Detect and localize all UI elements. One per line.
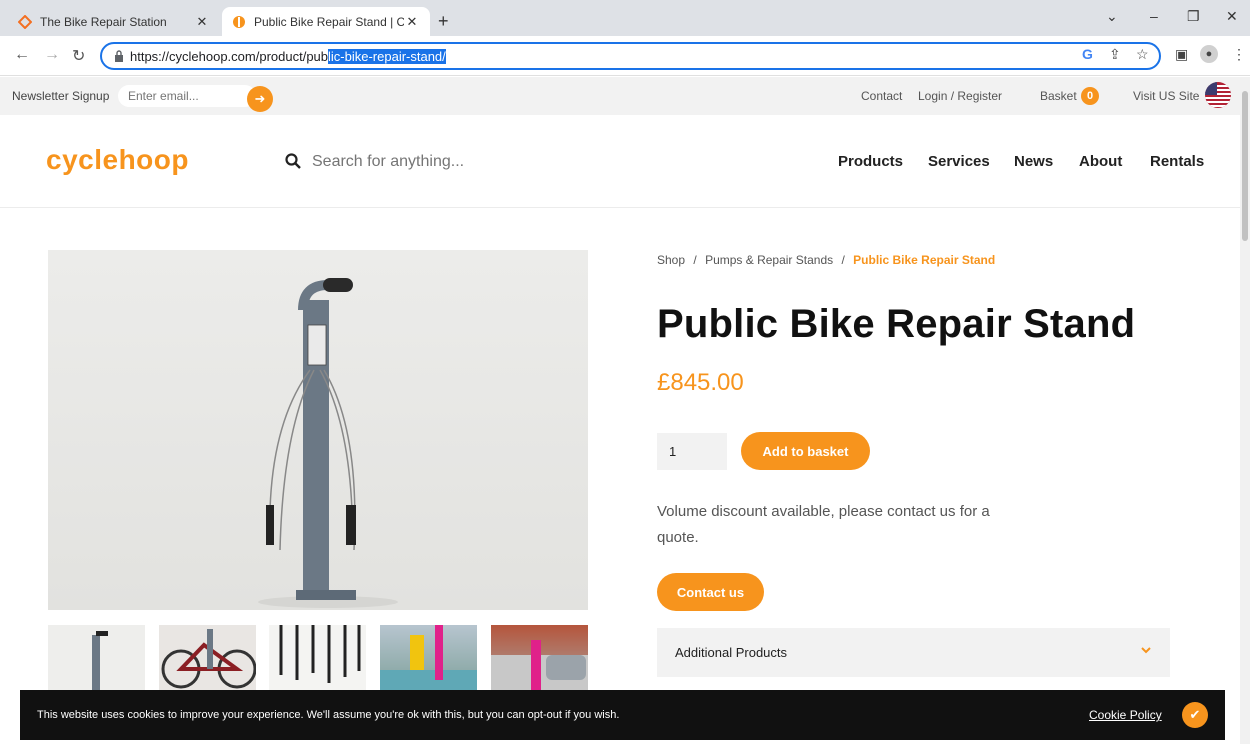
- url-selection: lic-bike-repair-stand/: [328, 49, 446, 64]
- cookie-policy-link[interactable]: Cookie Policy: [1089, 708, 1162, 722]
- browser-tab-cyclehoop[interactable]: Public Bike Repair Stand | Cyclehoop ✕: [222, 7, 430, 36]
- google-icon[interactable]: G: [1082, 46, 1093, 62]
- checkmark-icon: ✔: [1189, 707, 1201, 722]
- cookie-banner: This website uses cookies to improve you…: [20, 690, 1225, 740]
- newsletter-submit-button[interactable]: ➜: [247, 86, 273, 112]
- search-icon[interactable]: [285, 153, 301, 169]
- site-search-input[interactable]: [312, 148, 612, 176]
- accordion-label: Additional Products: [675, 645, 788, 660]
- breadcrumb-separator: /: [841, 253, 845, 267]
- thumbnail-4[interactable]: [380, 625, 477, 691]
- utility-bar: Newsletter Signup Contact Login / Regist…: [0, 77, 1240, 115]
- thumbnail-3[interactable]: [269, 625, 366, 691]
- arrow-right-icon: ➜: [254, 91, 266, 106]
- thumbnail-tools: [279, 625, 361, 683]
- thumbnail-stand: [92, 631, 108, 691]
- breadcrumb-current: Public Bike Repair Stand: [853, 253, 996, 267]
- minimize-icon[interactable]: –: [1150, 8, 1158, 24]
- contact-link[interactable]: Contact: [861, 89, 902, 103]
- url-plain: https://cyclehoop.com/product/pub: [130, 49, 329, 64]
- nav-services[interactable]: Services: [928, 153, 990, 170]
- us-flag-icon[interactable]: [1205, 82, 1231, 108]
- page-scrollbar[interactable]: [1240, 77, 1250, 744]
- chevron-down-icon: [1141, 647, 1151, 654]
- url-text: https://cyclehoop.com/product/public-bik…: [130, 49, 446, 64]
- thumbnail-1[interactable]: [48, 625, 145, 691]
- sidepanel-icon[interactable]: ▣: [1175, 46, 1188, 63]
- product-price: £845.00: [657, 369, 744, 396]
- volume-discount-text: Volume discount available, please contac…: [657, 503, 990, 546]
- nav-about[interactable]: About: [1079, 153, 1122, 170]
- lock-icon: [115, 50, 123, 62]
- basket-count-badge[interactable]: 0: [1081, 87, 1099, 105]
- thumbnail-person-repair: [380, 625, 477, 691]
- nav-products[interactable]: Products: [838, 153, 903, 170]
- new-tab-icon[interactable]: +: [438, 12, 449, 30]
- reload-icon[interactable]: ↻: [72, 46, 85, 66]
- breadcrumb-separator: /: [693, 253, 697, 267]
- breadcrumb-category[interactable]: Pumps & Repair Stands: [705, 253, 833, 267]
- browser-tab-bike-repair-station[interactable]: The Bike Repair Station ✕: [8, 7, 220, 36]
- back-arrow-icon[interactable]: ←: [14, 46, 30, 64]
- scrollbar-thumb[interactable]: [1242, 91, 1248, 241]
- product-main-image[interactable]: [48, 250, 588, 610]
- tab-favicon-icon: [233, 15, 245, 28]
- quantity-input[interactable]: [657, 433, 727, 470]
- share-icon[interactable]: ⇪: [1109, 46, 1121, 63]
- product-title: Public Bike Repair Stand: [657, 302, 1136, 346]
- close-icon[interactable]: ✕: [404, 14, 420, 30]
- forward-arrow-icon[interactable]: →: [44, 46, 60, 64]
- tab-title: The Bike Repair Station: [40, 14, 167, 29]
- thumbnail-bike: [161, 629, 256, 689]
- thumbnail-2[interactable]: [159, 625, 256, 691]
- browser-address-bar: ← → ↻ https://cyclehoop.com/product/publ…: [0, 36, 1250, 76]
- cookie-accept-button[interactable]: ✔: [1182, 702, 1208, 728]
- basket-link[interactable]: Basket: [1040, 89, 1077, 103]
- login-register-link[interactable]: Login / Register: [918, 89, 1002, 103]
- menu-icon[interactable]: ⋮: [1232, 46, 1246, 63]
- browser-tab-bar: The Bike Repair Station ✕ Public Bike Re…: [0, 0, 1250, 36]
- tab-search-icon[interactable]: ⌄: [1106, 8, 1118, 25]
- thumbnail-street-stand: [491, 640, 588, 691]
- tab-favicon-icon: [18, 14, 32, 29]
- breadcrumb: Shop / Pumps & Repair Stands / Public Bi…: [657, 253, 995, 267]
- site-logo[interactable]: cyclehoop: [46, 144, 189, 176]
- window-close-icon[interactable]: ✕: [1226, 8, 1238, 25]
- newsletter-label: Newsletter Signup: [12, 89, 110, 103]
- url-input[interactable]: https://cyclehoop.com/product/public-bik…: [100, 42, 1161, 70]
- repair-stand-illustration: [258, 278, 398, 608]
- nav-news[interactable]: News: [1014, 153, 1053, 170]
- star-icon[interactable]: ☆: [1136, 46, 1149, 63]
- header-divider: [0, 207, 1240, 208]
- close-icon[interactable]: ✕: [194, 14, 210, 30]
- nav-rentals[interactable]: Rentals: [1150, 153, 1204, 170]
- cookie-message: This website uses cookies to improve you…: [37, 709, 620, 721]
- thumbnail-5[interactable]: [491, 625, 588, 691]
- restore-icon[interactable]: ❐: [1187, 8, 1200, 25]
- add-to-basket-button[interactable]: Add to basket: [741, 432, 870, 470]
- newsletter-email-input[interactable]: [118, 85, 256, 107]
- additional-products-accordion[interactable]: Additional Products: [657, 628, 1170, 677]
- profile-icon[interactable]: ●: [1200, 45, 1218, 63]
- tab-title: Public Bike Repair Stand | Cyclehoop: [254, 14, 404, 29]
- breadcrumb-shop[interactable]: Shop: [657, 253, 685, 267]
- contact-us-button[interactable]: Contact us: [657, 573, 764, 611]
- visit-us-site-link[interactable]: Visit US Site: [1133, 89, 1199, 103]
